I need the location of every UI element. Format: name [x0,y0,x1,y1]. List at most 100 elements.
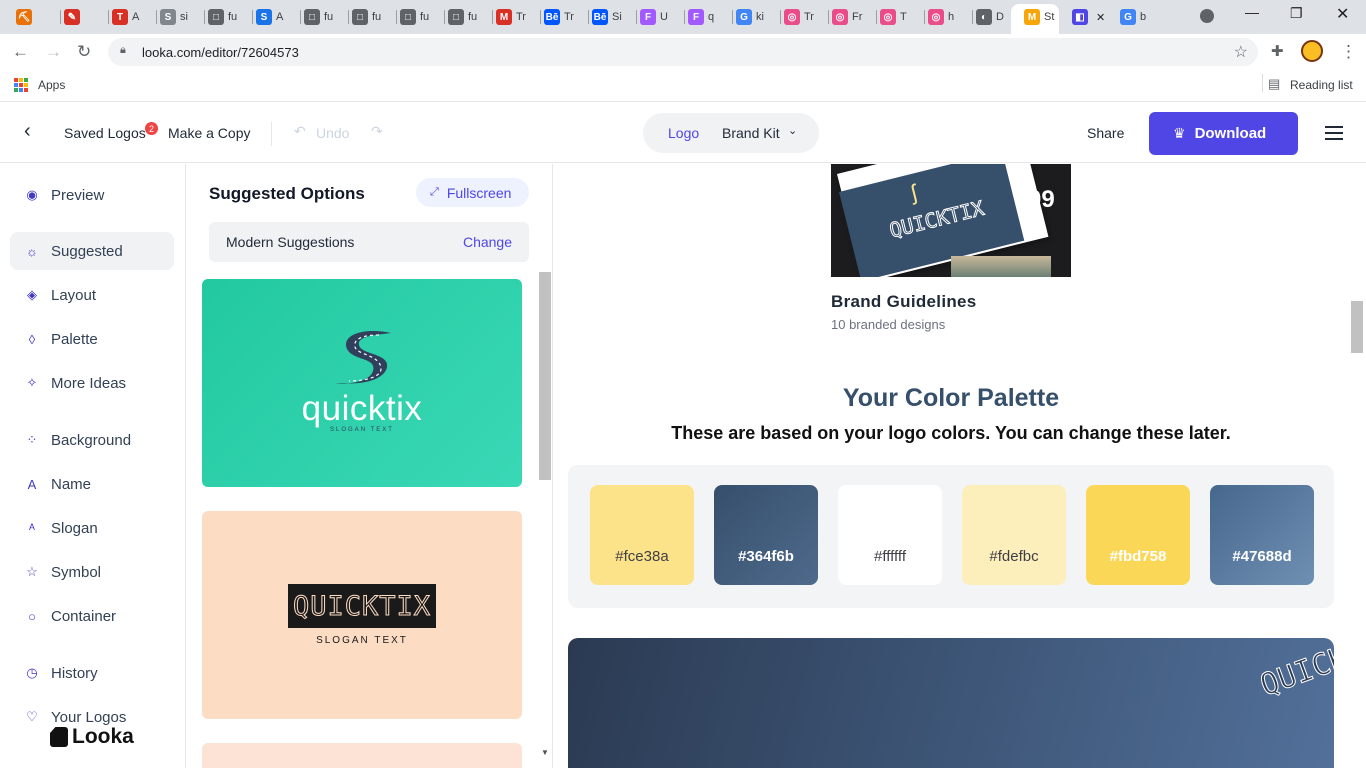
browser-tab[interactable]: □ fu [448,5,477,29]
tab-search-icon[interactable] [1200,9,1214,23]
color-swatch[interactable]: #47688d [1210,485,1314,585]
hamburger-menu-icon[interactable] [1325,126,1343,140]
browser-tab[interactable]: TA [112,5,139,29]
mockup-wordmark: QUICKTIX [887,195,987,243]
chrome-menu-icon[interactable]: ⋮ [1340,42,1357,62]
sidebar-item-name[interactable]: A Name [10,465,174,503]
tab-title: Tr [804,11,814,23]
reading-list-label[interactable]: Reading list [1290,78,1353,92]
forward-icon[interactable]: → [45,42,62,62]
browser-tab[interactable]: Gki [736,5,764,29]
browser-tab[interactable]: Ssi [160,5,188,29]
sidebar-item-background[interactable]: ⁘ Background [10,421,174,459]
sidebar-item-label: Layout [51,286,97,304]
tab-separator [828,10,829,24]
tab-separator [204,10,205,24]
back-chevron-icon[interactable]: ‹ [24,120,31,143]
browser-tab[interactable]: ◎ Tr [784,5,814,29]
browser-tab[interactable]: Fq [688,5,714,29]
saved-logos-button[interactable]: Saved Logos [64,125,146,141]
back-icon[interactable]: ← [12,42,29,62]
browser-tab[interactable]: ◧ ✕ [1072,5,1105,29]
browser-tab[interactable]: □ fu [352,5,381,29]
browser-tab[interactable]: ✎ [64,5,84,29]
tab-brand-kit[interactable]: Brand Kit [722,125,780,141]
sidebar-item-symbol[interactable]: ☆ Symbol [10,553,174,591]
tab-favicon-icon: F [640,9,656,25]
fullscreen-button[interactable]: ⤢ Fullscreen [416,178,529,207]
download-button[interactable]: ♛ Download [1149,112,1298,155]
card-teal-slogan: SLOGAN TEXT [330,427,394,433]
browser-tab[interactable]: FU [640,5,668,29]
browser-tab[interactable]: SA [256,5,283,29]
sidebar-item-preview[interactable]: ◉ Preview [10,176,174,214]
text-icon: A [27,476,37,492]
color-swatch[interactable]: #ffffff [838,485,942,585]
card-peach-slogan: SLOGAN TEXT [316,635,408,646]
browser-tab[interactable]: ◎ Fr [832,5,862,29]
browser-tab[interactable]: Bē Si [592,5,622,29]
sidebar-item-palette[interactable]: ◊ Palette [10,320,174,358]
tab-title: q [708,11,715,23]
tab-title: h [948,11,955,23]
brand-guidelines-mockup[interactable]: ʃ QUICKTIX 09 [831,164,1071,277]
brand-banner[interactable]: QUICKTI [568,638,1334,768]
share-button[interactable]: Share [1087,125,1124,141]
redo-icon[interactable]: ↷ [371,123,383,140]
close-tab-icon[interactable]: ✕ [1096,11,1105,24]
main-scrollbar-thumb[interactable] [1351,301,1363,353]
reading-list-icon[interactable]: ▤ [1268,76,1280,92]
color-swatch[interactable]: #fbd758 [1086,485,1190,585]
sidebar-item-slogan[interactable]: ᴬ Slogan [10,509,174,547]
browser-tab[interactable]: ◎ T [880,5,907,29]
tab-title: Fr [852,11,863,23]
tab-title: U [660,11,668,23]
sidebar-item-history[interactable]: ◷ History [10,654,174,692]
browser-tab[interactable]: M St [1024,5,1054,29]
color-swatch[interactable]: #364f6b [714,485,818,585]
brand-guidelines-title[interactable]: Brand Guidelines [831,292,977,312]
sidebar-item-label: Preview [51,186,105,204]
browser-tab[interactable]: □ fu [400,5,429,29]
make-copy-button[interactable]: Make a Copy [168,125,250,141]
chevron-down-icon[interactable]: ⌄ [788,124,797,137]
logo-card-partial[interactable] [202,743,522,768]
logo-card-peach[interactable]: QUICKTIX SLOGAN TEXT [202,511,522,719]
browser-tab[interactable]: ◐ D [976,5,1004,29]
apps-bookmark[interactable]: Apps [38,78,65,92]
maximize-button[interactable]: ❐ [1290,5,1303,22]
browser-tab[interactable]: Bē Tr [544,5,574,29]
circle-icon: ○ [28,608,36,624]
browser-tab[interactable]: M Tr [496,5,526,29]
scroll-down-arrow-icon[interactable]: ▼ [541,748,549,757]
apps-grid-icon[interactable] [14,78,28,92]
undo-button[interactable]: Undo [316,125,349,141]
color-swatch[interactable]: #fce38a [590,485,694,585]
close-window-button[interactable]: ✕ [1336,4,1349,24]
sidebar-item-container[interactable]: ○ Container [10,597,174,635]
minimize-button[interactable]: — [1245,4,1259,20]
color-palette-panel: #fce38a #364f6b #ffffff #fdefbc #fbd758 #4768… [568,465,1334,608]
reload-icon[interactable]: ↻ [77,42,91,62]
browser-tab[interactable]: ⛏ [16,5,36,29]
logo-card-teal[interactable]: quicktix SLOGAN TEXT [202,279,522,487]
profile-avatar[interactable] [1301,40,1323,62]
sidebar-item-layout[interactable]: ◈ Layout [10,276,174,314]
tab-title: fu [324,11,334,23]
sidebar-item-suggested[interactable]: ☼ Suggested [10,232,174,270]
undo-icon[interactable]: ↶ [294,123,306,140]
url-text[interactable]: looka.com/editor/72604573 [142,45,299,60]
sidebar-item-more-ideas[interactable]: ✧ More Ideas [10,364,174,402]
browser-tab[interactable]: Gb [1120,5,1146,29]
browser-tab[interactable]: □ fu [208,5,237,29]
omnibox[interactable]: 🔒︎ looka.com/editor/72604573 ☆ [108,38,1258,66]
color-swatch[interactable]: #fdefbc [962,485,1066,585]
bookmark-star-icon[interactable]: ☆ [1234,42,1248,62]
browser-tab[interactable]: ◎ h [928,5,954,29]
browser-tab[interactable]: □ fu [304,5,333,29]
extensions-icon[interactable]: ✚ [1271,42,1284,60]
options-scrollbar-thumb[interactable] [539,272,551,480]
tab-logo[interactable]: Logo [668,125,699,141]
card-peach-logo-box: QUICKTIX [288,584,436,628]
change-button[interactable]: Change [463,234,512,250]
